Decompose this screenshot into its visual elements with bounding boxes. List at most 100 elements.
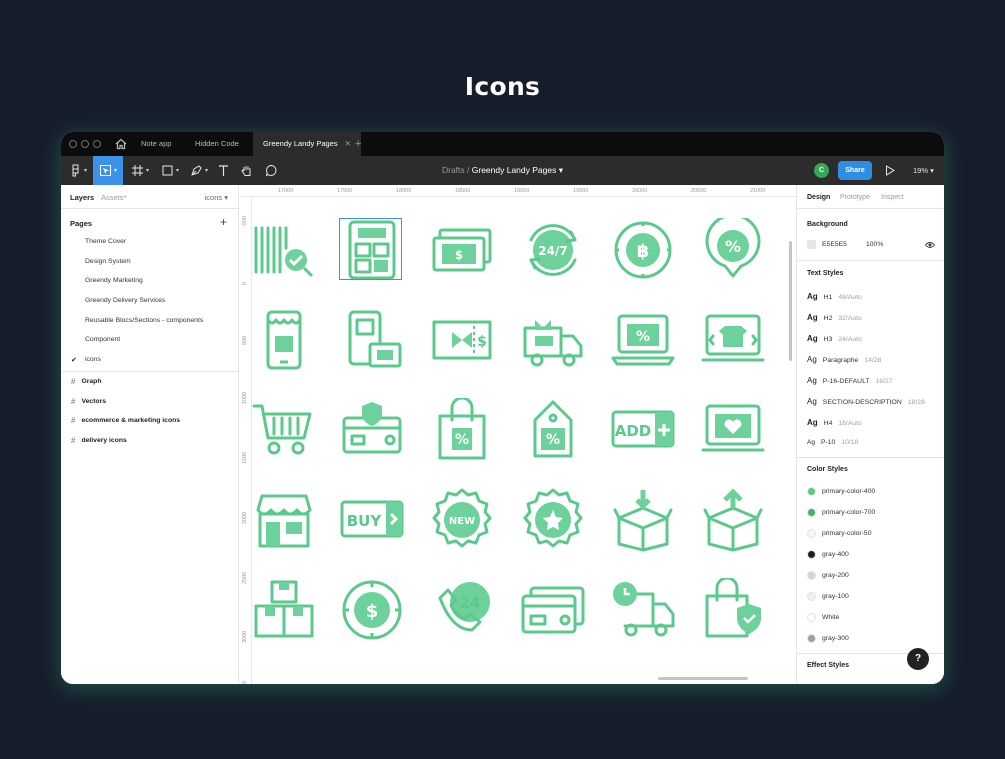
shape-tool-button[interactable]: ▾ — [157, 156, 183, 185]
text-style-item[interactable]: Ag H3 24/Auto — [807, 334, 862, 343]
layer-item-vectors[interactable]: # Vectors — [71, 397, 106, 406]
layer-item-delivery-icons[interactable]: # delivery icons — [71, 436, 127, 445]
buy-tag-icon[interactable]: BUY — [340, 488, 404, 552]
store-icon[interactable] — [252, 488, 316, 552]
laptop-shirt-icon[interactable] — [701, 308, 765, 372]
color-style-item[interactable]: primary-color-400 — [807, 487, 875, 496]
add-page-button[interactable]: + — [220, 215, 227, 229]
tab-greendy-landy-pages[interactable]: Greendy Landy Pages ✕ — [253, 132, 361, 156]
help-button[interactable]: ? — [907, 648, 929, 670]
chevron-down-icon[interactable]: ▾ — [559, 165, 563, 175]
laptop-heart-icon[interactable] — [701, 398, 765, 462]
tab-note-app[interactable]: Note app — [131, 132, 181, 156]
eye-icon[interactable] — [925, 241, 935, 249]
move-tool-button[interactable]: ▾ — [93, 156, 123, 185]
tab-design[interactable]: Design — [807, 194, 830, 201]
support-24-7-icon[interactable]: 24/7 — [521, 218, 585, 282]
zoom-level[interactable]: 19% ▾ — [913, 156, 934, 185]
color-style-item[interactable]: gray-100 — [807, 592, 849, 601]
box-download-icon[interactable] — [611, 488, 675, 552]
text-style-name: H4 — [823, 420, 833, 427]
canvas[interactable]: 17000 17500 18000 18500 19000 19500 2000… — [240, 185, 796, 684]
new-badge-icon[interactable]: NEW — [430, 488, 494, 552]
discount-location-icon[interactable]: % — [701, 213, 765, 282]
text-style-item[interactable]: Ag P-16-DEFAULT 16/27 — [807, 376, 893, 385]
maximize-window-button[interactable] — [93, 140, 101, 148]
layer-item-ecommerce-marketing-icons[interactable]: # ecommerce & marketing icons — [71, 416, 180, 425]
cash-icon[interactable]: $ — [430, 218, 494, 282]
page-item-greendy-delivery[interactable]: Greendy Delivery Services — [85, 297, 165, 304]
gift-delivery-truck-icon[interactable] — [521, 308, 585, 372]
share-button[interactable]: Share — [838, 161, 872, 180]
effect-styles-section-title: Effect Styles — [807, 662, 850, 669]
color-style-item[interactable]: gray-200 — [807, 571, 849, 580]
selection-box[interactable] — [339, 218, 402, 280]
text-style-item[interactable]: Ag H1 48/Auto — [807, 292, 862, 301]
hand-tool-button[interactable] — [237, 156, 255, 185]
tab-inspect[interactable]: Inspect — [881, 194, 904, 201]
boxes-stack-icon[interactable] — [252, 578, 316, 642]
background-opacity-input[interactable]: 100% — [866, 241, 883, 248]
color-style-item[interactable]: gray-300 — [807, 634, 849, 643]
page-dropdown[interactable]: icons ▾ — [205, 193, 228, 202]
credit-cards-icon[interactable] — [521, 578, 585, 642]
page-item-theme-cover[interactable]: Theme Cover — [85, 238, 126, 245]
text-style-item[interactable]: Ag H2 32/Auto — [807, 313, 862, 322]
phone-24-icon[interactable]: 24 — [430, 578, 494, 642]
add-tag-icon[interactable]: ADD — [611, 398, 675, 462]
star-badge-icon[interactable] — [521, 488, 585, 552]
shopping-bag-discount-icon[interactable]: % — [430, 396, 494, 462]
page-item-greendy-marketing[interactable]: Greendy Marketing — [85, 277, 143, 284]
breadcrumb-current-file[interactable]: Greendy Landy Pages — [472, 165, 557, 175]
main-menu-button[interactable]: ▾ — [65, 156, 91, 185]
color-style-item[interactable]: White — [807, 613, 839, 622]
color-style-item[interactable]: primary-color-50 — [807, 529, 871, 538]
background-swatch[interactable] — [807, 240, 816, 249]
text-tool-button[interactable] — [214, 156, 232, 185]
tab-hidden-code[interactable]: Hidden Code — [185, 132, 249, 156]
tab-assets[interactable]: Assets* — [101, 193, 126, 202]
shopping-cart-icon[interactable] — [252, 398, 316, 462]
page-item-reusable-blocs[interactable]: Reusable Blocs/Sections - components — [85, 317, 203, 324]
close-tab-icon[interactable]: ✕ — [345, 139, 351, 148]
shopping-bag-shield-icon[interactable] — [701, 576, 765, 642]
secure-card-icon[interactable] — [340, 398, 404, 462]
text-style-item[interactable]: Ag SECTION-DESCRIPTION 18/28 — [807, 397, 925, 406]
color-style-item[interactable]: gray-400 — [807, 550, 849, 559]
background-hex-input[interactable]: E5E5E5 — [822, 241, 847, 248]
vertical-scrollbar[interactable] — [789, 241, 792, 361]
home-icon[interactable] — [115, 138, 127, 150]
barcode-scan-icon[interactable] — [252, 218, 316, 282]
delivery-truck-clock-icon[interactable] — [611, 578, 675, 642]
horizontal-scrollbar[interactable] — [658, 677, 748, 680]
mobile-shop-icon[interactable] — [252, 308, 316, 372]
text-style-item[interactable]: Ag H4 18/Auto — [807, 418, 862, 427]
comment-tool-button[interactable] — [262, 156, 280, 185]
dollar-coin-icon[interactable]: $ — [340, 578, 404, 642]
tab-prototype[interactable]: Prototype — [840, 194, 870, 201]
minimize-window-button[interactable] — [81, 140, 89, 148]
text-style-item[interactable]: Ag P-10 10/18 — [807, 439, 858, 446]
tab-layers[interactable]: Layers — [70, 193, 94, 202]
layer-item-graph[interactable]: # Graph — [71, 377, 101, 386]
page-item-design-system[interactable]: Design System — [85, 258, 131, 265]
color-style-item[interactable]: primary-color-700 — [807, 508, 875, 517]
box-upload-icon[interactable] — [701, 488, 765, 552]
page-item-icons[interactable]: icons — [85, 356, 101, 363]
close-window-button[interactable] — [69, 140, 77, 148]
new-tab-button[interactable]: + — [355, 132, 361, 156]
bitcoin-icon[interactable]: ฿ — [611, 218, 675, 282]
price-tag-discount-icon[interactable]: % — [521, 398, 585, 462]
gift-voucher-icon[interactable]: $ — [430, 308, 494, 372]
text-style-name: P-16-DEFAULT — [822, 378, 870, 385]
mobile-payment-icon[interactable] — [340, 308, 404, 372]
text-style-item[interactable]: Ag Paragraphe 14/28 — [807, 355, 881, 364]
page-item-component[interactable]: Component — [85, 336, 120, 343]
frame-tool-button[interactable]: ▾ — [127, 156, 153, 185]
breadcrumb-drafts[interactable]: Drafts — [442, 165, 465, 175]
avatar[interactable]: C — [814, 163, 829, 178]
pen-tool-button[interactable]: ▾ — [186, 156, 212, 185]
laptop-discount-icon[interactable]: % — [611, 308, 675, 372]
present-play-icon[interactable] — [885, 165, 895, 176]
text-style-preview: Ag — [807, 376, 817, 385]
